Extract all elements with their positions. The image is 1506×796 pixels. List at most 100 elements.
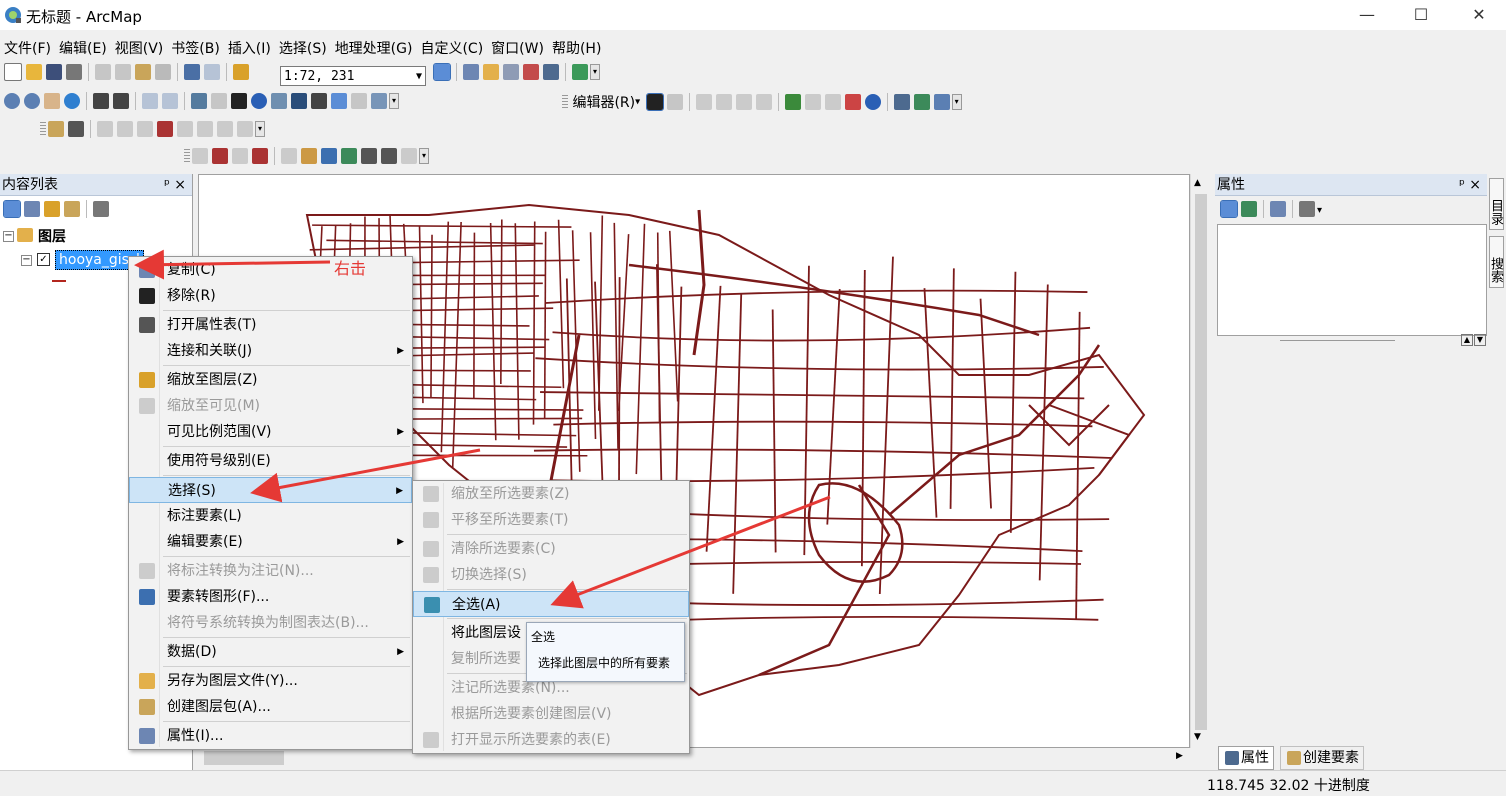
pan-icon[interactable] xyxy=(44,93,60,109)
context-menu-item[interactable]: 将标注转换为注记(N)... xyxy=(129,558,412,584)
selection-submenu-item[interactable]: 切换选择(S) xyxy=(413,562,689,588)
expand-up-icon[interactable]: ▲ xyxy=(1461,334,1473,346)
menu-insert[interactable]: 插入(I) xyxy=(224,36,275,62)
georeference-icon[interactable] xyxy=(68,121,84,137)
explode-icon[interactable] xyxy=(197,121,213,137)
list-by-source-icon[interactable] xyxy=(24,201,40,217)
edit-annotation-icon[interactable] xyxy=(667,94,683,110)
menu-edit[interactable]: 编辑(E) xyxy=(55,36,111,62)
menu-bookmarks[interactable]: 书签(B) xyxy=(167,36,224,62)
show-shared-features-icon[interactable] xyxy=(232,148,248,164)
menu-windows[interactable]: 窗口(W) xyxy=(487,36,548,62)
layer-visibility-checkbox[interactable]: ✓ xyxy=(37,253,50,266)
context-menu-item[interactable]: 缩放至图层(Z) xyxy=(129,367,412,393)
edit-tool-icon[interactable] xyxy=(647,94,663,110)
sort-az-icon[interactable] xyxy=(1241,201,1257,217)
tab-create-features[interactable]: 创建要素 xyxy=(1280,746,1364,770)
context-menu-item[interactable]: 使用符号级别(E) xyxy=(129,448,412,474)
topology-rules-icon[interactable] xyxy=(401,148,417,164)
point-icon[interactable] xyxy=(756,94,772,110)
back-extent-icon[interactable] xyxy=(142,93,158,109)
line-intersection-icon[interactable] xyxy=(177,121,193,137)
collapse-root-icon[interactable]: − xyxy=(3,231,14,242)
split-icon[interactable] xyxy=(845,94,861,110)
measure-icon[interactable] xyxy=(291,93,307,109)
attributes-pin-icon[interactable]: ᵖ xyxy=(1459,174,1465,196)
attributes-icon[interactable] xyxy=(894,94,910,110)
python-window-icon[interactable] xyxy=(543,64,559,80)
trim-icon[interactable] xyxy=(157,121,173,137)
toc-window-icon[interactable] xyxy=(463,64,479,80)
tab-search[interactable]: 搜索 xyxy=(1489,236,1504,288)
zoom-out-icon[interactable] xyxy=(24,93,40,109)
context-menu-item[interactable]: 可见比例范围(V)▶ xyxy=(129,419,412,445)
edit-vertices-icon[interactable] xyxy=(785,94,801,110)
full-extent-icon[interactable] xyxy=(64,93,80,109)
reshape-icon[interactable] xyxy=(805,94,821,110)
pin-icon[interactable]: ᵖ xyxy=(164,174,170,196)
context-menu-item[interactable]: 创建图层包(A)... xyxy=(129,694,412,720)
layer-package-toolbar-icon[interactable] xyxy=(48,121,64,137)
model-builder-icon[interactable] xyxy=(572,64,588,80)
toc-close-button[interactable]: × xyxy=(174,174,186,196)
context-menu-item[interactable]: 复制(C) xyxy=(129,257,412,283)
minimize-button[interactable]: — xyxy=(1344,0,1390,30)
list-by-visibility-icon[interactable] xyxy=(44,201,60,217)
menu-geoprocessing[interactable]: 地理处理(G) xyxy=(331,36,417,62)
create-viewer-icon[interactable] xyxy=(371,93,387,109)
add-data-icon[interactable] xyxy=(233,64,249,80)
categorized-icon[interactable] xyxy=(1221,201,1237,217)
attributes-options-icon[interactable] xyxy=(1299,201,1315,217)
map-horizontal-scrollbar[interactable]: ▶ xyxy=(198,748,1190,768)
attributes-content-box[interactable] xyxy=(1217,224,1487,336)
context-menu-item[interactable]: 属性(I)... xyxy=(129,723,412,749)
extend-icon[interactable] xyxy=(137,121,153,137)
create-features-icon[interactable] xyxy=(934,94,950,110)
selection-submenu-item[interactable]: 缩放至所选要素(Z) xyxy=(413,481,689,507)
toc-options-icon[interactable] xyxy=(93,201,109,217)
forward-extent-icon[interactable] xyxy=(162,93,178,109)
zoom-feature-icon[interactable] xyxy=(1270,201,1286,217)
list-by-selection-icon[interactable] xyxy=(64,201,80,217)
smooth-icon[interactable] xyxy=(237,121,253,137)
hscroll-thumb[interactable] xyxy=(204,751,284,765)
reshape-edge-icon[interactable] xyxy=(281,148,297,164)
paste-icon[interactable] xyxy=(135,64,151,80)
copy-toolbar-icon[interactable] xyxy=(115,64,131,80)
undo-icon[interactable] xyxy=(184,64,200,80)
zoom-in-icon[interactable] xyxy=(4,93,20,109)
menu-file[interactable]: 文件(F) xyxy=(0,36,55,62)
fixed-zoom-out-icon[interactable] xyxy=(113,93,129,109)
scroll-up-icon[interactable]: ▲ xyxy=(1194,178,1201,188)
tab-catalog[interactable]: 目录 xyxy=(1489,178,1504,230)
topology-edit-icon[interactable] xyxy=(212,148,228,164)
menu-view[interactable]: 视图(V) xyxy=(111,36,168,62)
endpoint-arc-icon[interactable] xyxy=(716,94,732,110)
new-document-icon[interactable] xyxy=(4,63,22,81)
rotate-icon[interactable] xyxy=(865,94,881,110)
attributes-close-button[interactable]: × xyxy=(1469,174,1481,196)
build-topology-icon[interactable] xyxy=(321,148,337,164)
arctoolbox-icon[interactable] xyxy=(523,64,539,80)
expand-down-icon[interactable]: ▼ xyxy=(1474,334,1486,346)
scroll-thumb[interactable] xyxy=(1195,194,1207,730)
cut-polygons-icon[interactable] xyxy=(825,94,841,110)
map-vertical-scrollbar[interactable]: ▲ ▼ xyxy=(1190,174,1211,748)
find-icon[interactable] xyxy=(311,93,327,109)
tab-attributes[interactable]: 属性 xyxy=(1218,746,1274,770)
context-menu-item[interactable]: 标注要素(L) xyxy=(129,503,412,529)
layers-root-label[interactable]: 图层 xyxy=(38,226,66,246)
open-folder-icon[interactable] xyxy=(26,64,42,80)
editor-toolbar-icon[interactable] xyxy=(434,64,450,80)
identify-icon[interactable] xyxy=(251,93,267,109)
selection-submenu-item[interactable]: 清除所选要素(C) xyxy=(413,536,689,562)
menu-selection[interactable]: 选择(S) xyxy=(275,36,331,62)
generalize-icon[interactable] xyxy=(217,121,233,137)
context-menu-item[interactable]: 将符号系统转换为制图表达(B)... xyxy=(129,610,412,636)
context-menu-item[interactable]: 连接和关联(J)▶ xyxy=(129,338,412,364)
scroll-right-icon[interactable]: ▶ xyxy=(1176,751,1183,761)
scroll-down-icon[interactable]: ▼ xyxy=(1194,732,1201,742)
selection-submenu-item[interactable]: 根据所选要素创建图层(V) xyxy=(413,701,689,727)
context-menu-item[interactable]: 另存为图层文件(Y)... xyxy=(129,668,412,694)
selection-submenu-item[interactable]: 打开显示所选要素的表(E) xyxy=(413,727,689,753)
